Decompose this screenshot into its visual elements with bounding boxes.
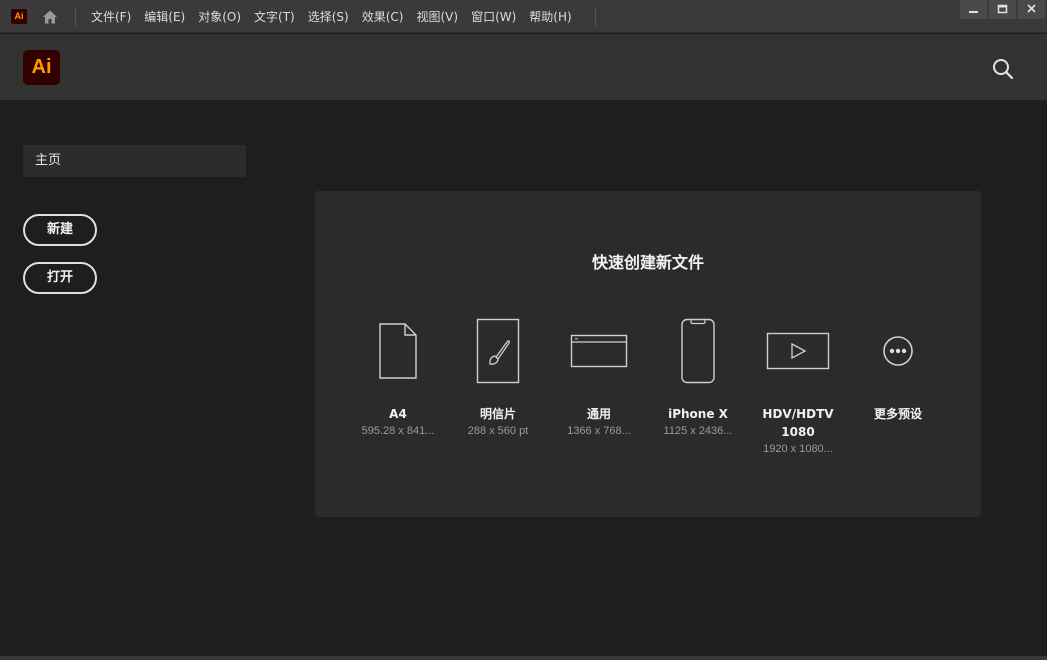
title-bar: Ai 文件(F) 编辑(E) 对象(O) 文字(T) 选择(S) 效果(C) 视… — [0, 0, 1047, 33]
menu-file[interactable]: 文件(F) — [91, 8, 131, 25]
menu-window[interactable]: 窗口(W) — [471, 8, 516, 25]
preset-name: HDV/HDTV — [762, 407, 834, 421]
preset-hdtv-1080[interactable]: HDV/HDTV 1080 1920 x 1080... — [743, 311, 853, 457]
divider — [75, 7, 76, 27]
window-controls — [958, 0, 1045, 19]
preset-name: 通用 — [586, 407, 611, 421]
preset-name: iPhone X — [668, 407, 728, 421]
panel-title: 快速创建新文件 — [591, 253, 704, 272]
sidebar-item-home[interactable]: 主页 — [23, 145, 246, 177]
preset-more[interactable]: 更多预设 — [843, 311, 953, 423]
preset-dimensions: 1366 x 768... — [567, 425, 631, 437]
preset-postcard[interactable]: 明信片 288 x 560 pt — [443, 311, 553, 439]
app-header: Ai — [0, 34, 1047, 100]
search-icon[interactable] — [990, 56, 1016, 82]
illustrator-logo: Ai — [23, 50, 60, 85]
postcard-brush-icon — [476, 318, 520, 384]
close-icon[interactable] — [1018, 0, 1045, 19]
video-play-icon — [766, 332, 830, 370]
preset-iphone-x[interactable]: iPhone X 1125 x 2436... — [643, 311, 753, 439]
preset-a4[interactable]: A4 595.28 x 841... — [343, 311, 453, 439]
preset-dimensions: 595.28 x 841... — [361, 425, 435, 437]
menu-select[interactable]: 选择(S) — [308, 8, 349, 25]
preset-name: 明信片 — [479, 407, 516, 421]
menu-bar: 文件(F) 编辑(E) 对象(O) 文字(T) 选择(S) 效果(C) 视图(V… — [91, 0, 585, 33]
home-icon[interactable] — [40, 7, 60, 27]
open-button[interactable]: 打开 — [23, 262, 97, 294]
app-icon: Ai — [11, 9, 27, 24]
preset-dimensions: 1920 x 1080... — [763, 443, 833, 455]
more-dots-icon — [883, 336, 913, 366]
menu-object[interactable]: 对象(O) — [198, 8, 241, 25]
preset-general[interactable]: 通用 1366 x 768... — [544, 311, 654, 439]
preset-dimensions: 288 x 560 pt — [467, 425, 529, 437]
maximize-icon[interactable] — [989, 0, 1016, 19]
new-button[interactable]: 新建 — [23, 214, 97, 246]
document-icon — [379, 323, 417, 379]
menu-help[interactable]: 帮助(H) — [529, 8, 571, 25]
browser-window-icon — [570, 334, 628, 368]
preset-name-line2: 1080 — [781, 425, 815, 439]
menu-view[interactable]: 视图(V) — [416, 8, 458, 25]
phone-icon — [681, 318, 715, 384]
preset-dimensions: 1125 x 2436... — [663, 425, 733, 437]
minimize-icon[interactable] — [960, 0, 987, 19]
menu-effect[interactable]: 效果(C) — [362, 8, 404, 25]
window-bottom-border — [0, 656, 1047, 660]
preset-name: A4 — [389, 407, 407, 421]
divider — [595, 7, 596, 27]
quick-create-panel: 快速创建新文件 A4 595.28 x 841... 明信片 288 x 560… — [315, 191, 981, 517]
menu-edit[interactable]: 编辑(E) — [144, 8, 185, 25]
menu-type[interactable]: 文字(T) — [254, 8, 295, 25]
preset-name: 更多预设 — [873, 407, 922, 421]
